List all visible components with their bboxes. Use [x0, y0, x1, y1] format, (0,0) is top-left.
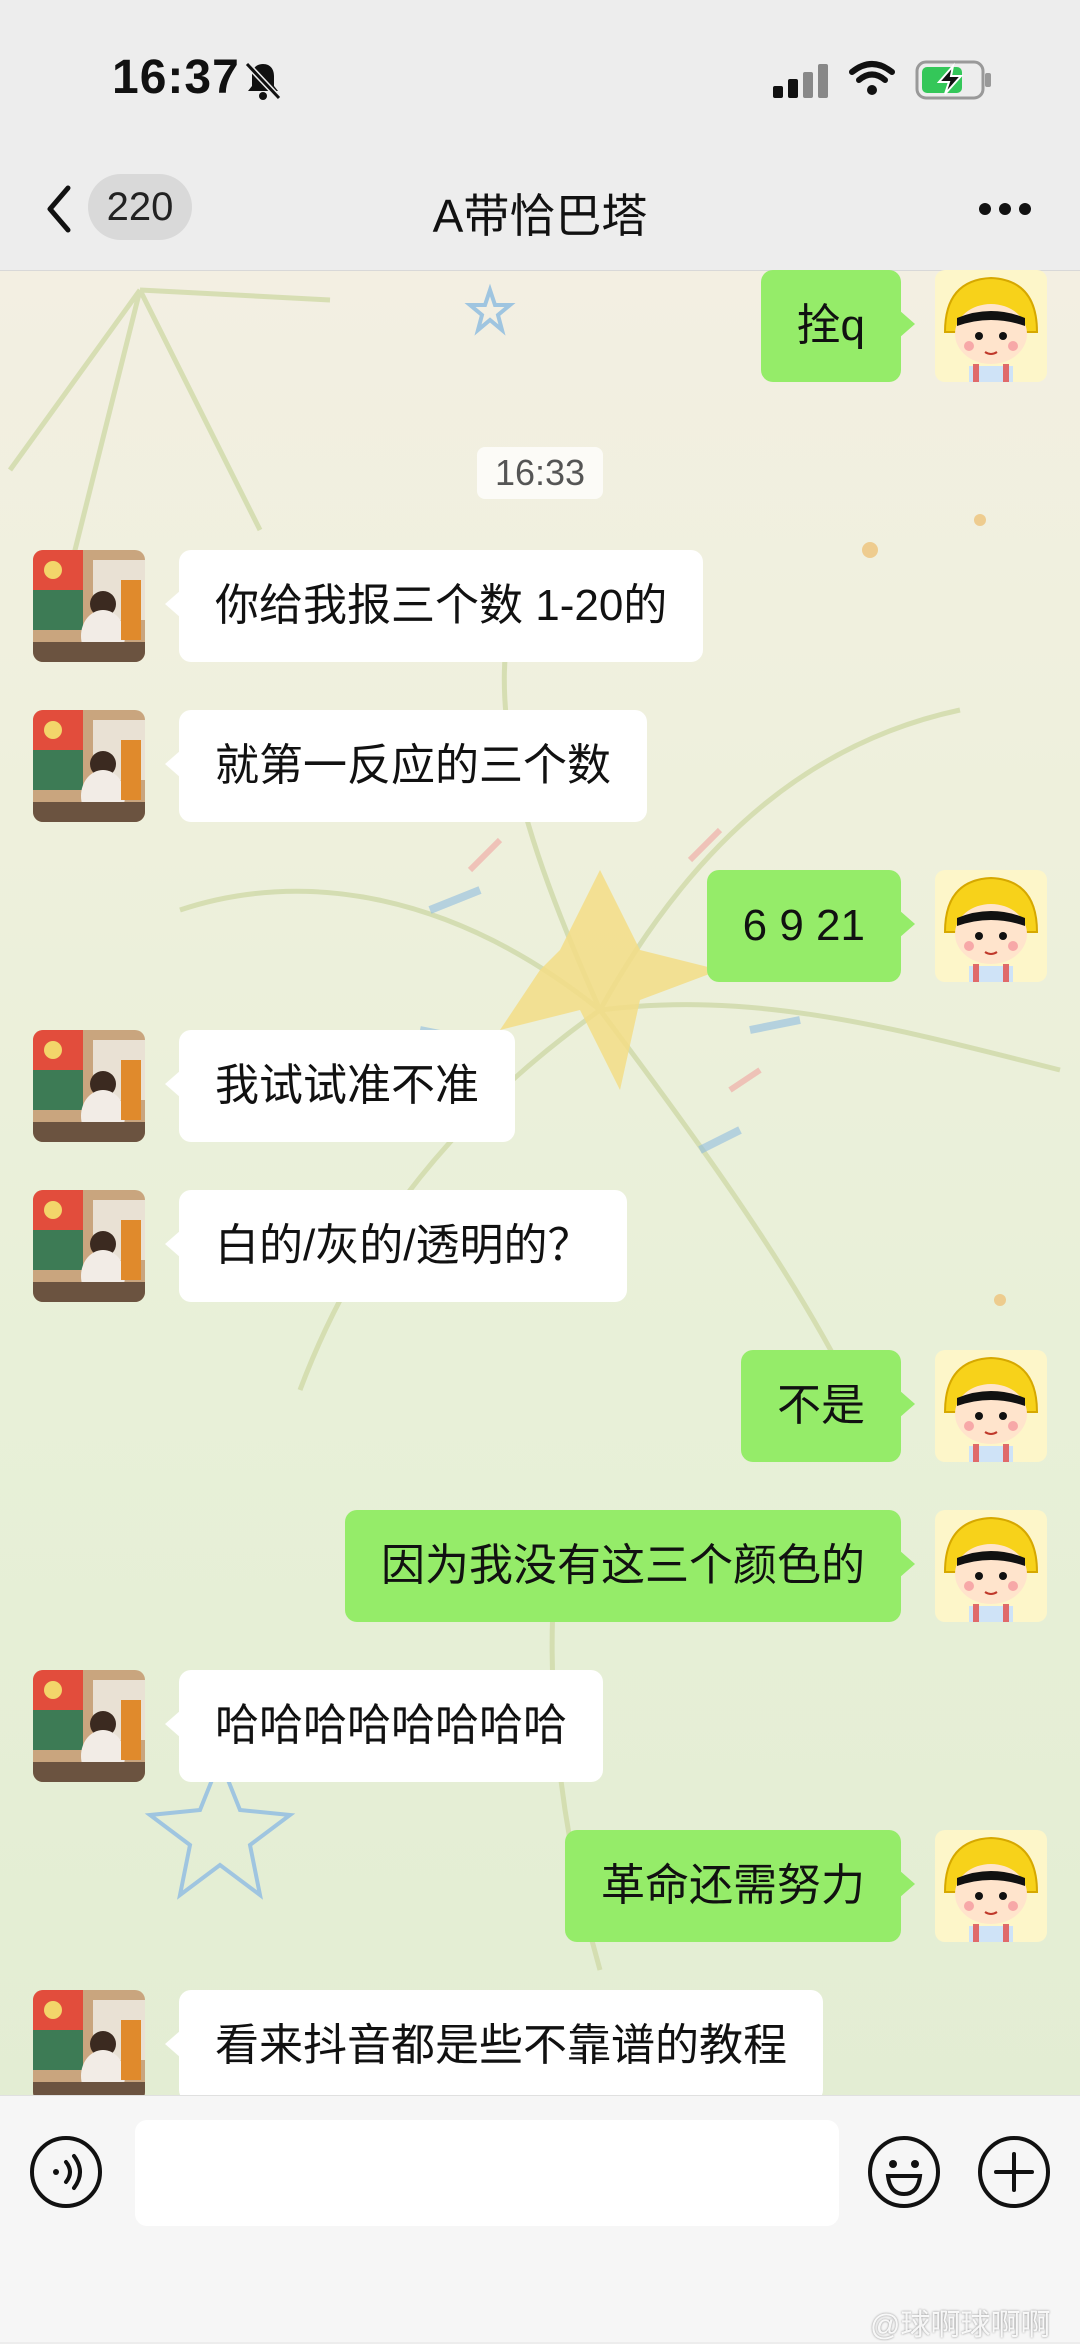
contact-avatar[interactable]: [33, 1190, 145, 1302]
message-row: 6 9 21: [0, 870, 1080, 982]
sent-message-bubble[interactable]: 拴q: [760, 270, 916, 382]
received-message-bubble[interactable]: 哈哈哈哈哈哈哈哈: [165, 1670, 603, 1782]
status-time: 16:37: [112, 51, 240, 104]
contact-avatar[interactable]: [33, 1990, 145, 2102]
received-message-bubble[interactable]: 看来抖音都是些不靠谱的教程: [165, 1990, 823, 2102]
emoji-icon[interactable]: [866, 2134, 942, 2210]
message-row: 你给我报三个数 1-20的: [0, 550, 1080, 662]
bell-slash-icon: [244, 61, 282, 101]
sent-message-bubble[interactable]: 6 9 21: [706, 870, 916, 982]
message-row: 因为我没有这三个颜色的: [0, 1510, 1080, 1622]
my-avatar[interactable]: [935, 870, 1047, 982]
voice-icon[interactable]: [28, 2134, 104, 2210]
message-row: 我试试准不准: [0, 1030, 1080, 1142]
message-row: 就第一反应的三个数: [0, 710, 1080, 822]
received-message-bubble[interactable]: 白的/灰的/透明的？: [164, 1190, 628, 1302]
plus-icon[interactable]: [976, 2134, 1052, 2210]
watermark: @球啊球啊啊: [870, 2309, 1051, 2342]
contact-avatar[interactable]: [33, 1030, 145, 1142]
received-message-bubble[interactable]: 我试试准不准: [165, 1030, 515, 1142]
message-row: 革命还需努力: [0, 1830, 1080, 1942]
sent-message-bubble[interactable]: 不是: [741, 1350, 915, 1462]
message-row: 白的/灰的/透明的？: [0, 1190, 1080, 1302]
my-avatar[interactable]: [935, 1510, 1047, 1622]
message-row: 哈哈哈哈哈哈哈哈: [0, 1670, 1080, 1782]
message-row: 看来抖音都是些不靠谱的教程: [0, 1990, 1080, 2102]
my-avatar[interactable]: [935, 1350, 1047, 1462]
wifi-icon: [849, 61, 895, 95]
message-row: 拴q: [0, 270, 1080, 382]
chat-header: 220 A带恰巴塔: [0, 150, 1080, 271]
chat-title: A带恰巴塔: [432, 190, 648, 242]
message-timestamp: 16:33: [477, 447, 603, 499]
signal-icon: [773, 64, 828, 98]
battery-charging-icon: [915, 60, 991, 100]
received-message-bubble[interactable]: 你给我报三个数 1-20的: [164, 550, 704, 662]
contact-avatar[interactable]: [33, 1670, 145, 1782]
my-avatar[interactable]: [935, 1830, 1047, 1942]
chat-wallpaper: [0, 270, 1080, 2095]
my-avatar[interactable]: [935, 270, 1047, 382]
sent-message-bubble[interactable]: 革命还需努力: [565, 1830, 915, 1942]
message-row: 不是: [0, 1350, 1080, 1462]
sent-message-bubble[interactable]: 因为我没有这三个颜色的: [345, 1510, 915, 1622]
more-icon[interactable]: [978, 202, 1032, 216]
received-message-bubble[interactable]: 就第一反应的三个数: [165, 710, 647, 822]
contact-avatar[interactable]: [33, 710, 145, 822]
contact-avatar[interactable]: [33, 550, 145, 662]
message-input[interactable]: [135, 2120, 839, 2226]
status-bar: 16:37: [0, 0, 1080, 150]
